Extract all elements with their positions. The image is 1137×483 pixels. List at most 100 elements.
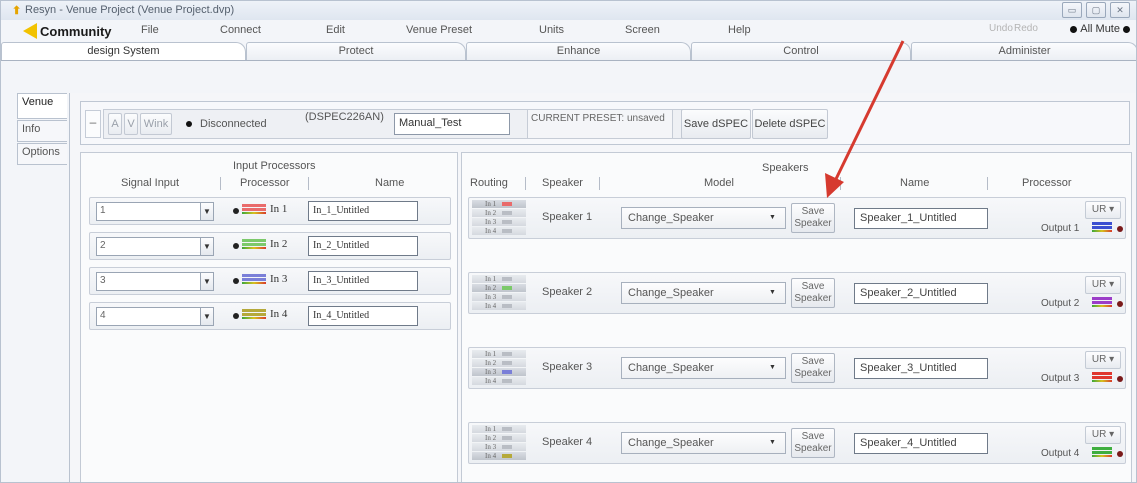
menu-bar: Community File Connect Edit Venue Preset… — [1, 20, 1136, 42]
save-speaker-button[interactable]: Save Speaker — [791, 203, 835, 233]
chevron-down-icon[interactable]: ▼ — [200, 237, 214, 256]
processor-enable-dot[interactable] — [233, 243, 239, 249]
maximize-button[interactable]: ▢ — [1086, 2, 1106, 18]
route-input-2[interactable]: In 2 — [472, 359, 526, 367]
tab-protect[interactable]: Protect — [246, 42, 466, 60]
delete-dspec-button[interactable]: Delete dSPEC — [752, 109, 828, 139]
route-input-3[interactable]: In 3 — [472, 293, 526, 301]
route-input-1[interactable]: In 1 — [472, 425, 526, 433]
output-mute-dot[interactable] — [1117, 451, 1123, 457]
tab-control[interactable]: Control — [691, 42, 911, 60]
save-speaker-label: Speaker — [794, 368, 832, 379]
minimize-button[interactable]: ▭ — [1062, 2, 1082, 18]
route-swatch — [502, 277, 512, 281]
menu-screen[interactable]: Screen — [625, 24, 660, 36]
output-label[interactable]: Output 3 — [1041, 373, 1079, 384]
side-tab-options[interactable]: Options — [17, 143, 67, 165]
input-name-field[interactable]: In_4_Untitled — [308, 306, 418, 326]
collapse-button[interactable]: – — [85, 110, 101, 138]
wink-button[interactable]: Wink — [140, 113, 172, 135]
input-name-field[interactable]: In_1_Untitled — [308, 201, 418, 221]
speaker-model-select[interactable]: Change_Speaker — [621, 432, 786, 454]
menu-help[interactable]: Help — [728, 24, 751, 36]
output-level-meter[interactable] — [1092, 447, 1112, 460]
menu-venue-preset[interactable]: Venue Preset — [406, 24, 472, 36]
signal-input-select[interactable]: 1 — [96, 202, 212, 221]
input-name-field[interactable]: In_2_Untitled — [308, 236, 418, 256]
speaker-name-field[interactable]: Speaker_2_Untitled — [854, 283, 988, 304]
menu-file[interactable]: File — [141, 24, 159, 36]
input-level-meter[interactable] — [242, 309, 266, 323]
redo-button[interactable]: Redo — [1014, 23, 1038, 34]
side-tab-info[interactable]: Info — [17, 120, 67, 142]
output-level-meter[interactable] — [1092, 372, 1112, 385]
output-label[interactable]: Output 1 — [1041, 223, 1079, 234]
input-level-meter[interactable] — [242, 239, 266, 253]
processor-enable-dot[interactable] — [233, 313, 239, 319]
route-input-4[interactable]: In 4 — [472, 377, 526, 385]
route-input-1[interactable]: In 1 — [472, 200, 526, 208]
v-button[interactable]: V — [124, 113, 138, 135]
signal-input-select[interactable]: 4 — [96, 307, 212, 326]
menu-units[interactable]: Units — [539, 24, 564, 36]
processor-enable-dot[interactable] — [233, 208, 239, 214]
input-name-field[interactable]: In_3_Untitled — [308, 271, 418, 291]
route-input-2[interactable]: In 2 — [472, 434, 526, 442]
a-button[interactable]: A — [108, 113, 122, 135]
save-speaker-button[interactable]: Save Speaker — [791, 428, 835, 458]
route-input-2[interactable]: In 2 — [472, 209, 526, 217]
chevron-down-icon[interactable]: ▼ — [200, 272, 214, 291]
processor-ur-dropdown[interactable]: UR ▾ — [1085, 201, 1121, 219]
route-input-4[interactable]: In 4 — [472, 452, 526, 460]
processor-ur-dropdown[interactable]: UR ▾ — [1085, 351, 1121, 369]
undo-button[interactable]: Undo — [989, 23, 1013, 34]
chevron-down-icon: ▼ — [769, 364, 776, 371]
speaker-name-field[interactable]: Speaker_1_Untitled — [854, 208, 988, 229]
side-tab-venue[interactable]: Venue — [17, 93, 67, 119]
meter-bar — [242, 278, 266, 281]
route-input-1[interactable]: In 1 — [472, 350, 526, 358]
signal-input-select[interactable]: 2 — [96, 237, 212, 256]
route-label: In 1 — [485, 275, 497, 283]
output-level-meter[interactable] — [1092, 222, 1112, 235]
close-button[interactable]: ✕ — [1110, 2, 1130, 18]
device-name-input[interactable]: Manual_Test — [394, 113, 510, 135]
all-mute-toggle[interactable]: All Mute — [1070, 23, 1130, 35]
tab-design-system[interactable]: design System — [1, 42, 246, 60]
processor-enable-dot[interactable] — [233, 278, 239, 284]
output-level-meter[interactable] — [1092, 297, 1112, 310]
save-speaker-button[interactable]: Save Speaker — [791, 353, 835, 383]
processor-ur-dropdown[interactable]: UR ▾ — [1085, 276, 1121, 294]
output-mute-dot[interactable] — [1117, 226, 1123, 232]
output-mute-dot[interactable] — [1117, 376, 1123, 382]
menu-connect[interactable]: Connect — [220, 24, 261, 36]
signal-input-select[interactable]: 3 — [96, 272, 212, 291]
speaker-name-field[interactable]: Speaker_3_Untitled — [854, 358, 988, 379]
processor-ur-dropdown[interactable]: UR ▾ — [1085, 426, 1121, 444]
speaker-model-select[interactable]: Change_Speaker — [621, 357, 786, 379]
output-mute-dot[interactable] — [1117, 301, 1123, 307]
input-level-meter[interactable] — [242, 274, 266, 288]
speaker-model-select[interactable]: Change_Speaker — [621, 282, 786, 304]
chevron-down-icon[interactable]: ▼ — [200, 307, 214, 326]
route-input-3[interactable]: In 3 — [472, 368, 526, 376]
menu-edit[interactable]: Edit — [326, 24, 345, 36]
save-dspec-button[interactable]: Save dSPEC — [681, 109, 751, 139]
mute-indicator-icon — [1070, 25, 1078, 33]
tab-administer[interactable]: Administer — [911, 42, 1136, 60]
speaker-model-select[interactable]: Change_Speaker — [621, 207, 786, 229]
tab-enhance[interactable]: Enhance — [466, 42, 691, 60]
output-label[interactable]: Output 4 — [1041, 448, 1079, 459]
route-input-3[interactable]: In 3 — [472, 218, 526, 226]
route-input-4[interactable]: In 4 — [472, 227, 526, 235]
route-input-4[interactable]: In 4 — [472, 302, 526, 310]
out-meter-bar — [1092, 376, 1112, 379]
speaker-name-field[interactable]: Speaker_4_Untitled — [854, 433, 988, 454]
save-speaker-button[interactable]: Save Speaker — [791, 278, 835, 308]
route-input-3[interactable]: In 3 — [472, 443, 526, 451]
output-label[interactable]: Output 2 — [1041, 298, 1079, 309]
input-level-meter[interactable] — [242, 204, 266, 218]
chevron-down-icon[interactable]: ▼ — [200, 202, 214, 221]
route-input-2[interactable]: In 2 — [472, 284, 526, 292]
route-input-1[interactable]: In 1 — [472, 275, 526, 283]
